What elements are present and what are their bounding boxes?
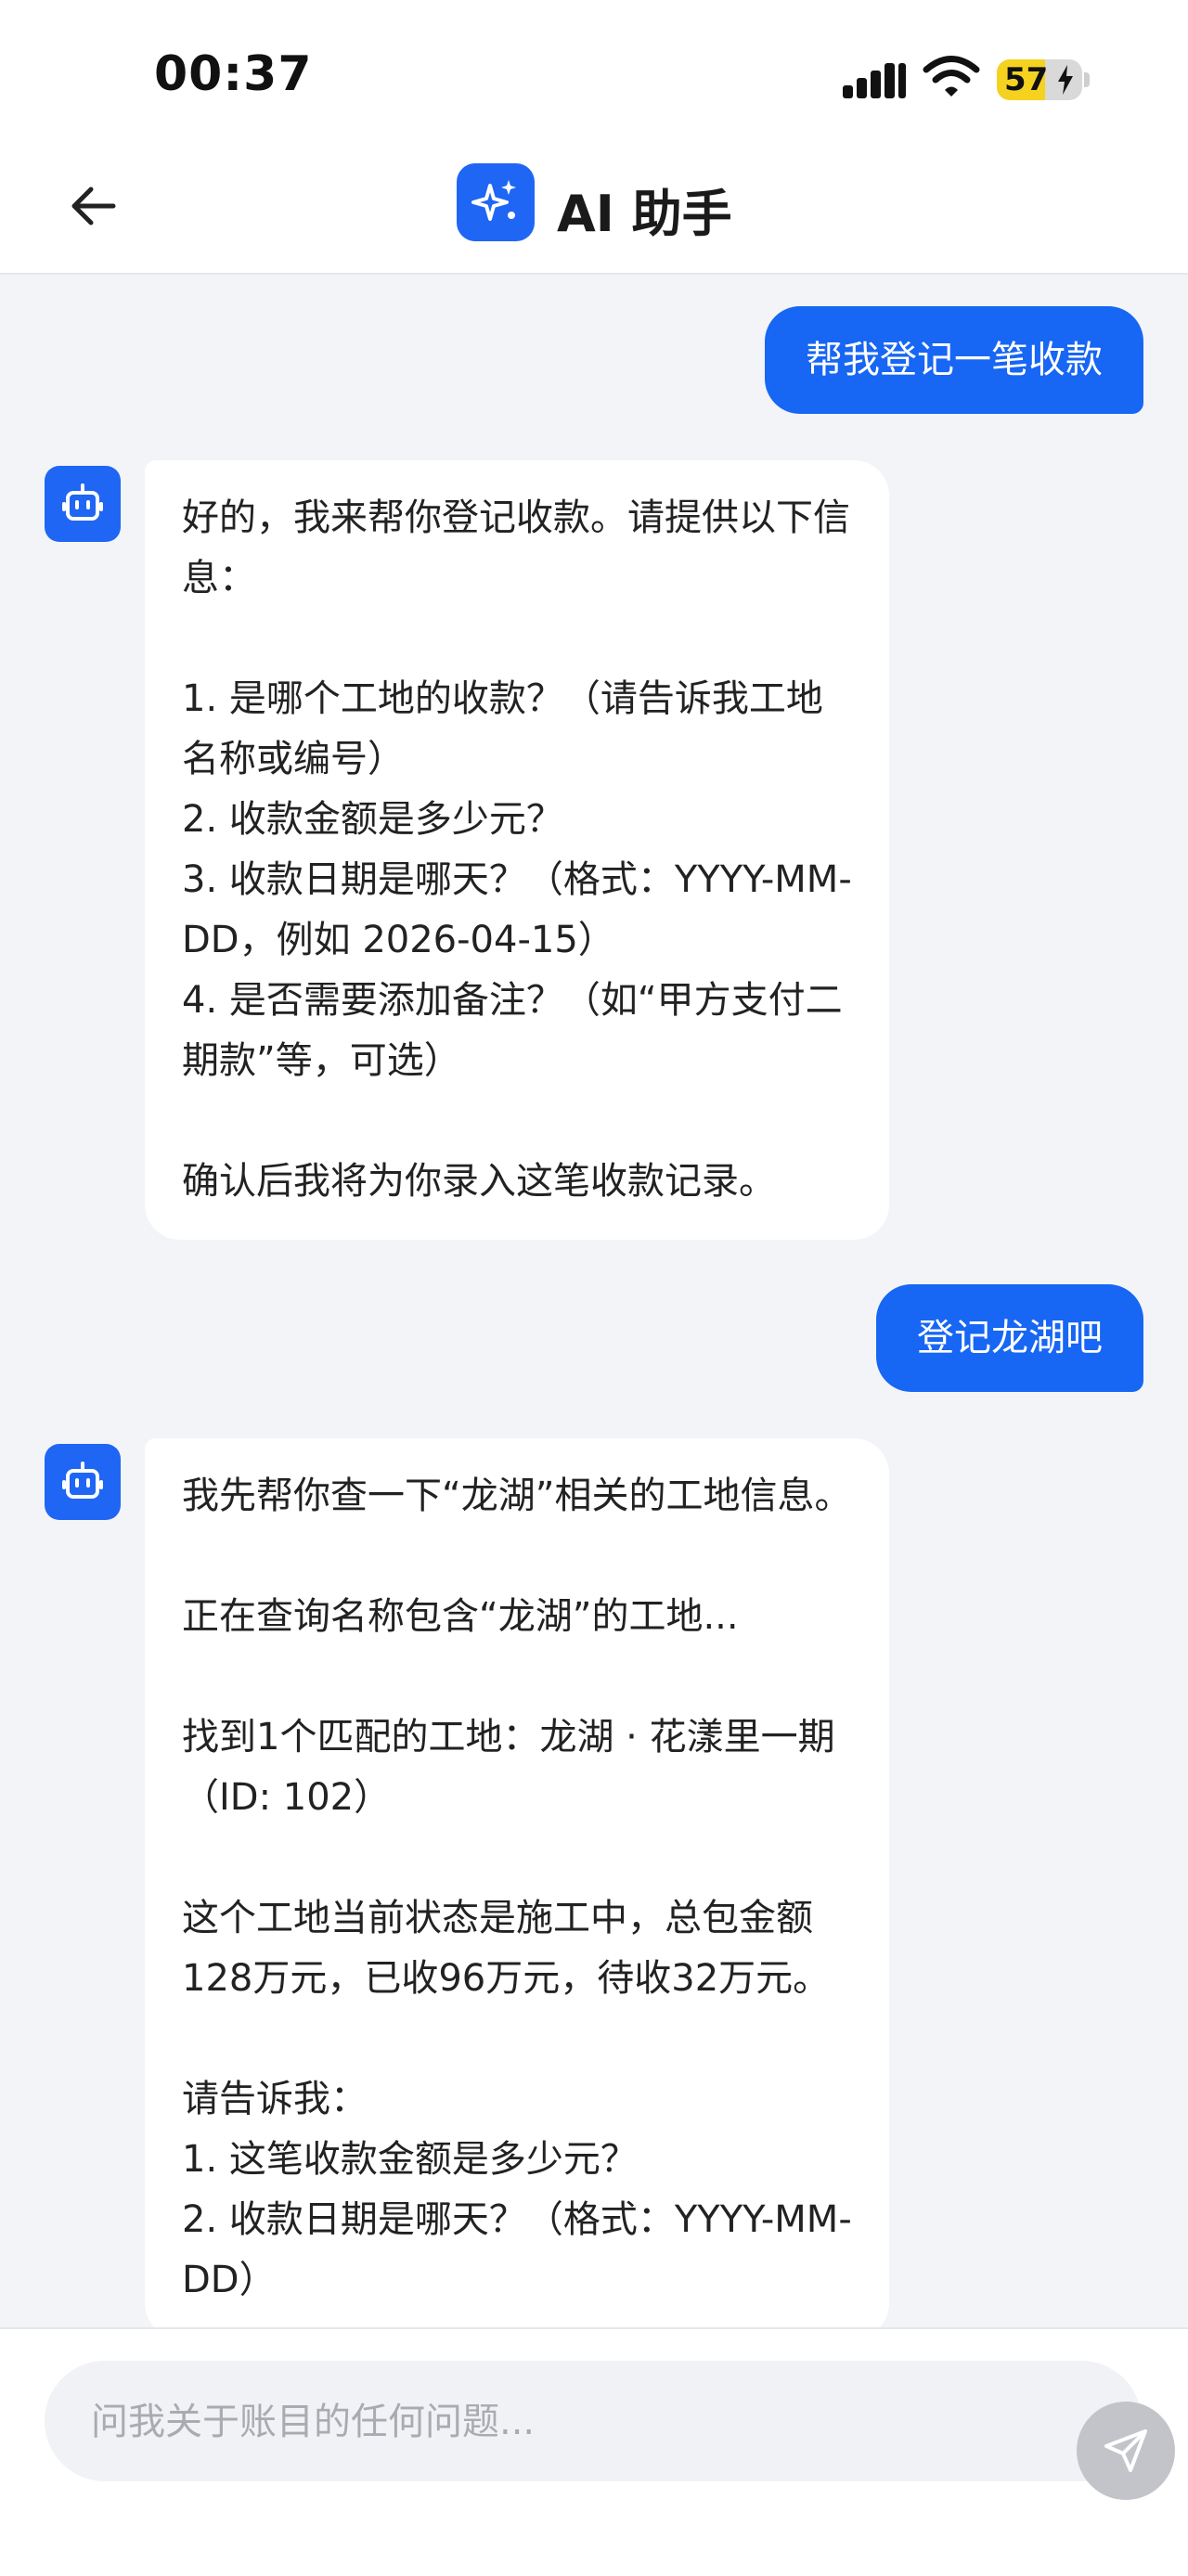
wifi-icon (923, 56, 980, 97)
app-header: AI 助手 (0, 139, 1188, 275)
status-bar: 00:37 57 (0, 0, 1188, 139)
send-button[interactable] (1077, 2402, 1175, 2500)
assistant-message-text: 好的，我来帮你登记收款。请提供以下信息： 1. 是哪个工地的收款？（请告诉我工地… (182, 496, 852, 1203)
assistant-avatar (45, 466, 121, 542)
battery-charging-icon: 57 (997, 59, 1082, 100)
chat-input[interactable] (89, 2387, 1021, 2457)
chat-input-container[interactable] (45, 2361, 1175, 2500)
battery-percent: 57 (1004, 61, 1049, 98)
user-message: 登记龙湖吧 (876, 1284, 1143, 1392)
user-message: 帮我登记一笔收款 (765, 306, 1143, 414)
battery-cap (1084, 72, 1090, 87)
status-time: 00:37 (154, 46, 313, 102)
app-logo (457, 163, 535, 241)
cellular-signal-icon (843, 61, 906, 98)
sparkle-icon (471, 180, 516, 221)
assistant-message: 好的，我来帮你登记收款。请提供以下信息： 1. 是哪个工地的收款？（请告诉我工地… (145, 460, 889, 1240)
assistant-avatar (45, 1444, 121, 1520)
assistant-message-text: 我先帮你查一下“龙湖”相关的工地信息。 正在查询名称包含“龙湖”的工地... 找… (182, 1475, 852, 2301)
assistant-message: 我先帮你查一下“龙湖”相关的工地信息。 正在查询名称包含“龙湖”的工地... 找… (145, 1438, 889, 2338)
page-title: AI 助手 (557, 185, 732, 243)
input-bar (0, 2327, 1188, 2576)
robot-icon (62, 1462, 103, 1499)
send-icon (1104, 2429, 1147, 2472)
robot-icon (62, 483, 103, 521)
arrow-left-icon[interactable] (65, 176, 124, 236)
